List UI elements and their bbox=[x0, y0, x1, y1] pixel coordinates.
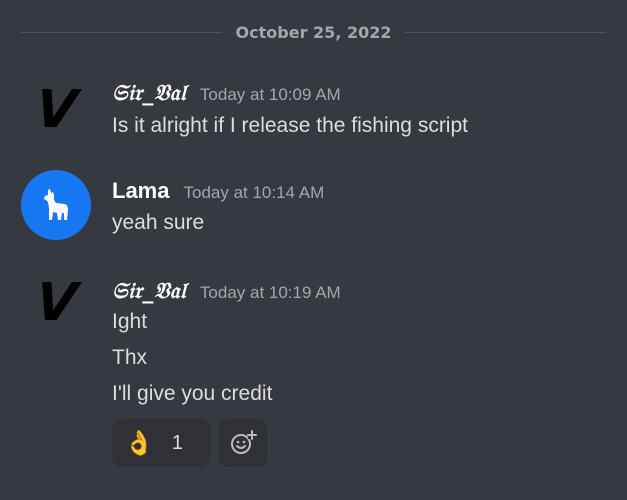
message-header: 𝔖𝔦𝔯_𝔙𝔞𝔩 Today at 10:09 AM bbox=[112, 80, 341, 106]
message-header: Lama Today at 10:14 AM bbox=[112, 178, 324, 204]
add-reaction-icon bbox=[230, 430, 257, 454]
divider-date: October 25, 2022 bbox=[235, 22, 392, 42]
reaction-count: 1 bbox=[171, 431, 184, 454]
message-text: yeah sure bbox=[112, 211, 205, 234]
avatar[interactable] bbox=[21, 170, 91, 240]
add-reaction-button[interactable] bbox=[218, 419, 267, 467]
divider-line-right bbox=[405, 31, 606, 33]
llama-icon bbox=[44, 189, 68, 220]
timestamp[interactable]: Today at 10:14 AM bbox=[183, 183, 324, 203]
reactions-bar: 👌 1 bbox=[112, 419, 267, 467]
timestamp[interactable]: Today at 10:09 AM bbox=[200, 85, 341, 105]
username[interactable]: 𝔖𝔦𝔯_𝔙𝔞𝔩 bbox=[112, 278, 186, 304]
divider-line-left bbox=[21, 31, 222, 33]
chat-channel: October 25, 2022 V 𝔖𝔦𝔯_𝔙𝔞𝔩 Today at 10:0… bbox=[0, 0, 627, 500]
message-text: Is it alright if I release the fishing s… bbox=[112, 114, 468, 137]
date-divider: October 25, 2022 bbox=[21, 20, 606, 44]
ok-hand-emoji: 👌 bbox=[124, 429, 154, 457]
avatar[interactable]: V bbox=[21, 268, 91, 338]
message-header: 𝔖𝔦𝔯_𝔙𝔞𝔩 Today at 10:19 AM bbox=[112, 278, 341, 304]
message-text: I'll give you credit bbox=[112, 382, 273, 405]
reaction-button[interactable]: 👌 1 bbox=[112, 419, 210, 467]
username[interactable]: 𝔖𝔦𝔯_𝔙𝔞𝔩 bbox=[112, 80, 186, 106]
avatar-letter: V bbox=[32, 273, 80, 333]
timestamp[interactable]: Today at 10:19 AM bbox=[200, 283, 341, 303]
username[interactable]: Lama bbox=[112, 178, 169, 204]
avatar-letter: V bbox=[32, 80, 80, 140]
message-text: Ight bbox=[112, 310, 148, 333]
avatar[interactable]: V bbox=[21, 75, 91, 145]
message-text: Thx bbox=[112, 346, 148, 369]
